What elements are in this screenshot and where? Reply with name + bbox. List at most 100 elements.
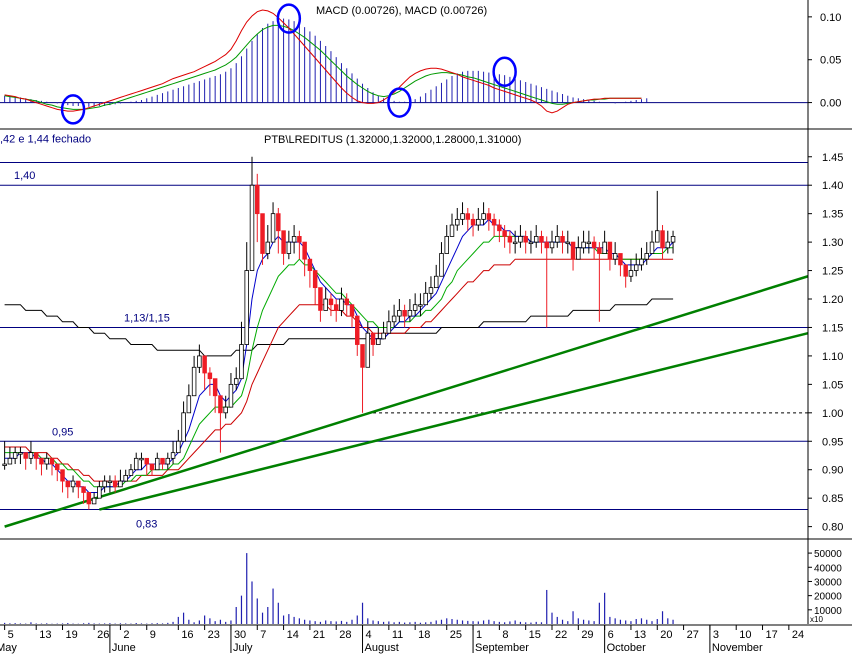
- candle-body: [370, 332, 376, 345]
- candle-body: [633, 264, 639, 271]
- candle-body: [465, 213, 471, 220]
- candle-body: [39, 457, 44, 465]
- candle-body: [207, 372, 213, 380]
- candle-body: [455, 218, 460, 226]
- candle-body: [602, 241, 607, 254]
- candle-body: [397, 309, 402, 317]
- candle-body: [381, 332, 386, 340]
- candle-body: [270, 213, 276, 243]
- macd-title: MACD (0.00726), MACD (0.00726): [316, 5, 487, 17]
- candle-body: [518, 236, 523, 243]
- candle-body: [339, 298, 344, 311]
- candle-body: [281, 230, 286, 254]
- x-month-label: October: [607, 642, 646, 654]
- candle-body: [307, 258, 313, 271]
- price-ytick-label: 0.95: [822, 436, 843, 448]
- x-day-label: 9: [150, 629, 156, 641]
- candle-body: [523, 236, 528, 243]
- x-day-label: 7: [260, 629, 266, 641]
- candle-body: [544, 241, 549, 249]
- candle-body: [128, 469, 134, 476]
- candle-body: [539, 236, 544, 243]
- x-day-label: 29: [581, 629, 593, 641]
- candle-body: [570, 241, 576, 260]
- x-day-label: 23: [208, 629, 220, 641]
- x-day-label: 25: [450, 629, 462, 641]
- candle-body: [502, 230, 507, 237]
- x-day-label: 16: [181, 629, 193, 641]
- candle-body: [418, 304, 423, 307]
- candle-body: [118, 480, 123, 488]
- level-label: ,42 e 1,44 fechado: [0, 133, 91, 145]
- x-day-label: 18: [418, 629, 430, 641]
- candle-body: [133, 457, 139, 471]
- candle-body: [44, 457, 49, 465]
- candle-body: [12, 452, 18, 459]
- candle-body: [391, 315, 397, 323]
- volume-ytick-label: 30000: [814, 577, 842, 588]
- x-day-label: 11: [392, 629, 403, 641]
- level-label: 0,83: [136, 519, 157, 531]
- candle-body: [591, 241, 597, 249]
- x-month-label: June: [112, 642, 136, 654]
- candle-body: [139, 457, 144, 461]
- candle-body: [491, 218, 497, 226]
- volume-ytick-label: 50000: [814, 549, 842, 560]
- price-ytick-label: 1.35: [822, 209, 843, 221]
- candle-body: [286, 241, 292, 254]
- price-ytick-label: 1.30: [822, 237, 843, 249]
- x-month-label: May: [0, 642, 17, 654]
- candle-body: [218, 395, 223, 414]
- x-day-label: 13: [39, 629, 51, 641]
- candle-body: [107, 480, 113, 483]
- candle-body: [239, 344, 244, 380]
- candle-body: [507, 236, 513, 243]
- x-day-label: 30: [234, 629, 246, 641]
- price-ytick-label: 1.20: [822, 294, 843, 306]
- candle-body: [97, 486, 102, 499]
- x-day-label: 5: [8, 629, 14, 641]
- x-day-label: 10: [739, 629, 751, 641]
- price-ytick-label: 1.15: [822, 322, 843, 334]
- candle-body: [244, 270, 249, 345]
- candle-body: [612, 253, 618, 260]
- candle-body: [655, 230, 660, 243]
- candle-body: [449, 224, 455, 237]
- x-day-label: 21: [313, 629, 325, 641]
- candle-body: [23, 452, 28, 459]
- candle-body: [318, 287, 323, 311]
- candle-body: [18, 452, 23, 455]
- candle-body: [28, 452, 34, 459]
- candle-body: [560, 236, 565, 243]
- candle-body: [91, 497, 97, 505]
- candle-body: [497, 224, 502, 232]
- price-ytick-label: 1.05: [822, 379, 843, 391]
- x-day-label: 2: [123, 629, 129, 641]
- price-title: PTB\LREDITUS (1.32000,1.32000,1.28000,1.…: [264, 134, 521, 146]
- candle-body: [181, 412, 186, 442]
- candle-body: [597, 247, 602, 254]
- candle-body: [312, 270, 318, 289]
- candle-body: [123, 475, 128, 482]
- candle-body: [197, 355, 202, 368]
- volume-ytick-label: 20000: [814, 592, 842, 603]
- candle-body: [191, 366, 197, 397]
- candle-body: [86, 492, 92, 505]
- x-day-label: 14: [287, 629, 299, 641]
- candle-body: [55, 463, 60, 471]
- candle-body: [439, 253, 444, 277]
- candle-body: [433, 275, 439, 289]
- x-day-label: 27: [687, 629, 699, 641]
- candle-body: [412, 304, 418, 311]
- candle-body: [660, 230, 665, 249]
- candle-body: [512, 241, 518, 245]
- candle-body: [155, 457, 160, 471]
- candle-body: [549, 241, 555, 249]
- candle-body: [670, 236, 676, 243]
- candle-body: [144, 457, 149, 465]
- candle-body: [2, 463, 7, 466]
- macd-ytick-label: 0.05: [820, 55, 841, 67]
- candle-body: [223, 406, 228, 414]
- candle-body: [249, 184, 255, 271]
- candle-body: [386, 321, 392, 334]
